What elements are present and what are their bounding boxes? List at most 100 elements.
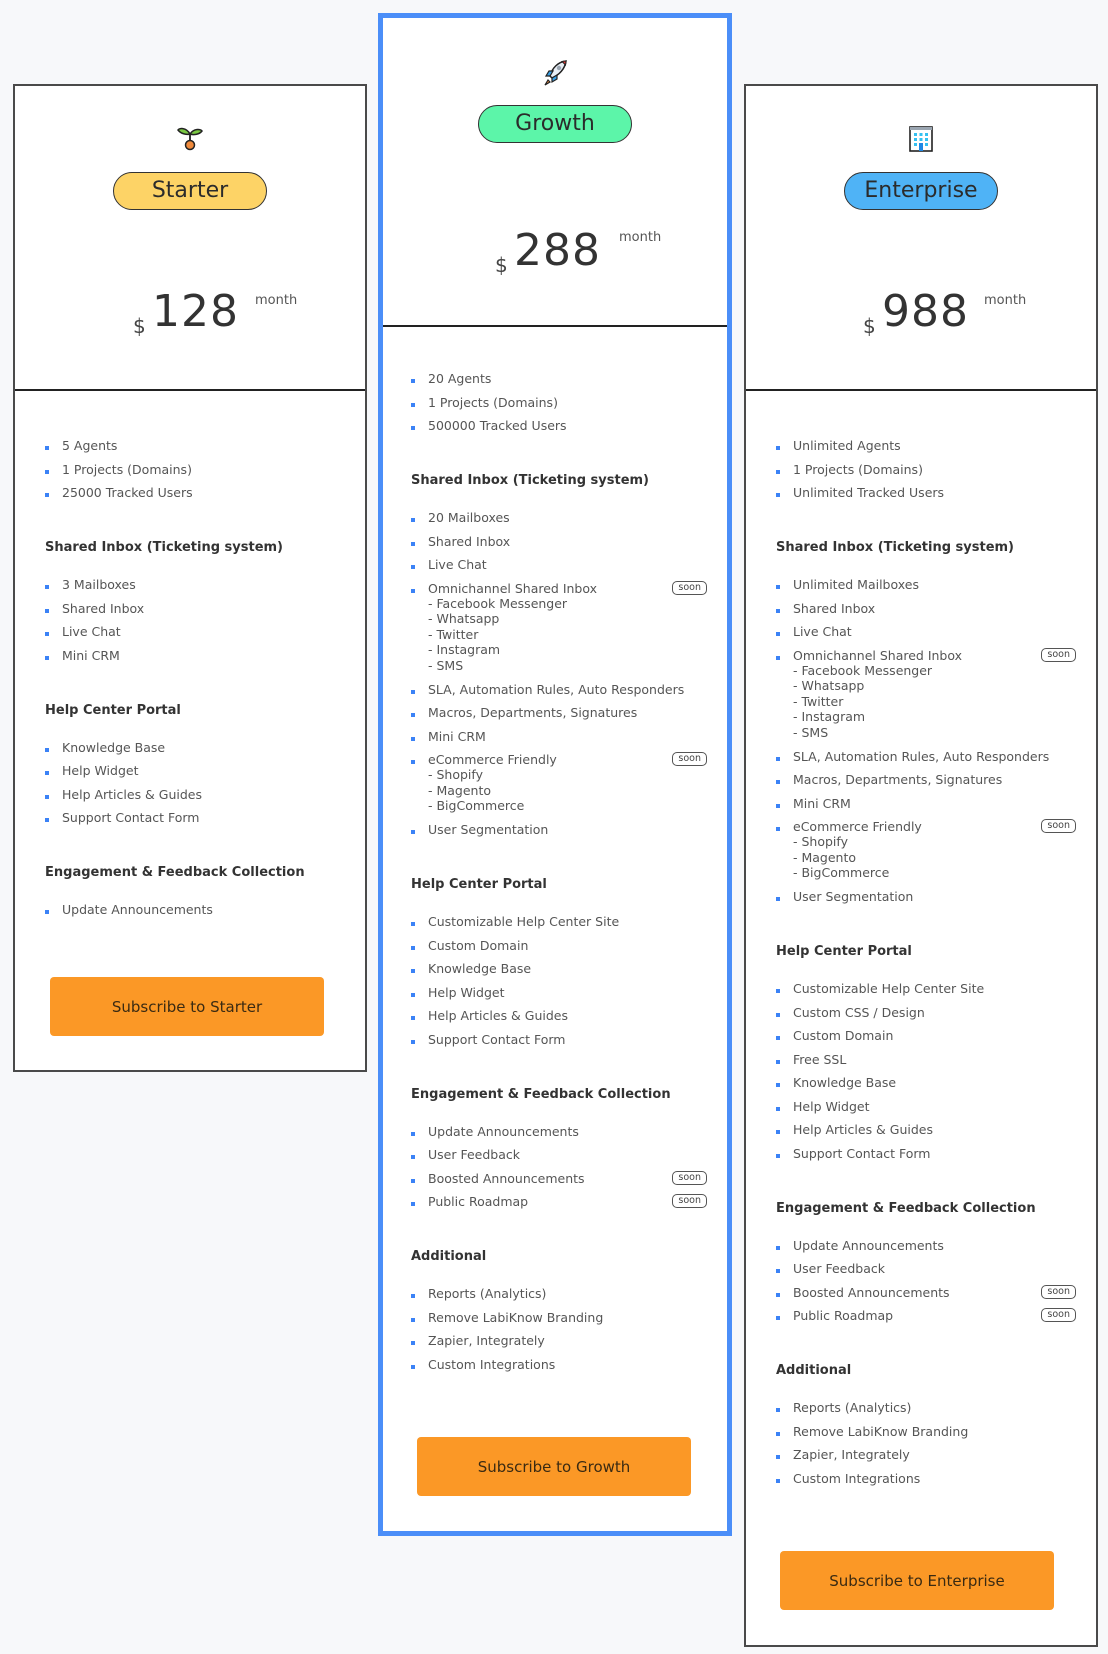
feature-subitem: - BigCommerce <box>793 865 890 880</box>
feature-text: User Segmentation <box>428 822 549 837</box>
feature-item: Live Chat <box>776 624 1076 639</box>
feature-text: Custom CSS / Design <box>793 1004 925 1020</box>
feature-text: Update Announcements <box>793 1237 944 1253</box>
feature-text: Update Announcements <box>62 902 213 917</box>
feature-text: Support Contact Form <box>793 1145 931 1161</box>
feature-item: Support Contact Form <box>776 1146 1076 1161</box>
feature-text: Help Articles & Guides <box>62 786 202 802</box>
section-title: Shared Inbox (Ticketing system) <box>776 540 1014 555</box>
feature-list: 20 Agents 1 Projects (Domains) 500000 Trac… <box>411 371 707 433</box>
feature-item: Custom CSS / Design <box>776 1005 1076 1020</box>
section-title: Engagement & Feedback Collection <box>411 1086 671 1102</box>
feature-text: Shared Inbox <box>428 533 511 549</box>
section-title: Engagement & Feedback Collection <box>776 1200 1036 1216</box>
feature-item: Help Articles & Guides <box>45 787 345 802</box>
feature-text: Custom Domain <box>793 1028 894 1043</box>
feature-text: 1 Projects (Domains) <box>62 461 192 477</box>
feature-list: Unlimited Agents 1 Projects (Domains) Unli… <box>776 438 1076 500</box>
feature-item: Boosted Announcements soon <box>411 1170 707 1186</box>
feature-item: Help Widget <box>45 763 345 778</box>
feature-item: Help Widget <box>776 1099 1076 1114</box>
feature-item: SLA, Automation Rules, Auto Responders <box>411 682 707 697</box>
feature-item: User Segmentation <box>776 889 1076 904</box>
feature-item: 20 Mailboxes <box>411 510 707 525</box>
feature-item: Custom Domain <box>411 938 707 953</box>
feature-text: Mini CRM <box>428 728 486 744</box>
feature-item: Live Chat <box>411 557 707 572</box>
office-building-icon <box>909 126 933 152</box>
feature-text: 1 Projects (Domains) <box>793 461 923 477</box>
feature-text: Public Roadmap <box>428 1194 529 1209</box>
currency-symbol: $ <box>863 314 876 338</box>
section-title: Additional <box>776 1363 852 1378</box>
feature-item: Customizable Help Center Site <box>776 981 1076 996</box>
feature-item: Macros, Departments, Signatures <box>411 705 707 720</box>
section-title: Help Center Portal <box>45 702 181 718</box>
feature-body: Unlimited Agents 1 Projects (Domains) Unli… <box>746 391 1096 1486</box>
feature-text: 25000 Tracked Users <box>62 485 193 500</box>
feature-item: Update Announcements <box>411 1124 707 1139</box>
feature-text: Custom Integrations <box>793 1470 921 1486</box>
feature-text: Macros, Departments, Signatures <box>793 772 1003 787</box>
feature-item: Remove LabiKnow Branding <box>411 1310 707 1325</box>
coming-soon-badge: soon <box>1041 647 1076 662</box>
card-header: Enterprise $ 988 month <box>746 86 1096 391</box>
feature-text: User Segmentation <box>793 889 914 904</box>
feature-item: Help Articles & Guides <box>411 1008 707 1023</box>
price-amount: 988 <box>882 286 969 337</box>
feature-item: Help Articles & Guides <box>776 1122 1076 1137</box>
feature-item: Zapier, Integrately <box>411 1333 707 1348</box>
subscribe-growth-button[interactable]: Subscribe to Growth <box>417 1437 691 1496</box>
feature-item: Knowledge Base <box>411 961 707 976</box>
feature-item: Live Chat <box>45 624 345 639</box>
feature-text: eCommerce Friendly <box>428 752 557 767</box>
feature-text: eCommerce Friendly <box>793 819 922 834</box>
feature-text: SLA, Automation Rules, Auto Responders <box>793 748 1050 764</box>
feature-item: Support Contact Form <box>45 810 345 825</box>
feature-text: 1 Projects (Domains) <box>428 394 558 410</box>
feature-subitem: - Whatsapp <box>428 611 500 626</box>
coming-soon-badge: soon <box>1041 819 1076 833</box>
feature-text: Customizable Help Center Site <box>793 981 985 996</box>
feature-subitem: - Shopify <box>793 834 848 849</box>
feature-item: Omnichannel Shared Inbox - Facebook Messe… <box>411 580 707 674</box>
subscribe-enterprise-button[interactable]: Subscribe to Enterprise <box>780 1551 1054 1610</box>
feature-text: Help Widget <box>62 763 139 778</box>
feature-text: 5 Agents <box>62 438 118 453</box>
section-title: Help Center Portal <box>411 877 547 892</box>
card-header: Starter $ 128 month <box>15 86 365 391</box>
feature-text: Boosted Announcements <box>793 1284 950 1300</box>
feature-item: 5 Agents <box>45 438 345 453</box>
feature-item: Update Announcements <box>776 1238 1076 1253</box>
feature-subitem: - Magento <box>793 849 857 865</box>
feature-item: 1 Projects (Domains) <box>411 395 707 410</box>
feature-item: 500000 Tracked Users <box>411 418 707 433</box>
feature-text: 20 Agents <box>428 371 492 386</box>
feature-subitem: - BigCommerce <box>428 798 525 813</box>
feature-list: Reports (Analytics) Remove LabiKnow Brand… <box>776 1400 1076 1486</box>
feature-item: Mini CRM <box>411 729 707 744</box>
feature-text: User Feedback <box>428 1147 520 1162</box>
feature-text: Live Chat <box>793 624 852 639</box>
feature-text: Support Contact Form <box>428 1031 566 1047</box>
feature-item: Custom Integrations <box>411 1357 707 1372</box>
subscribe-starter-button[interactable]: Subscribe to Starter <box>50 977 324 1036</box>
feature-item: Support Contact Form <box>411 1032 707 1047</box>
feature-text: Custom Integrations <box>428 1356 556 1372</box>
coming-soon-badge: soon <box>672 580 707 595</box>
feature-text: Help Widget <box>793 1098 870 1114</box>
feature-item: eCommerce Friendly - Shopify - Magento - Bi… <box>776 819 1076 881</box>
price-amount: 128 <box>152 286 239 337</box>
feature-item: 1 Projects (Domains) <box>776 462 1076 477</box>
section-title: Engagement & Feedback Collection <box>45 865 305 880</box>
feature-text: Omnichannel Shared Inbox <box>793 647 963 663</box>
feature-item: Omnichannel Shared Inbox - Facebook Messe… <box>776 647 1076 741</box>
feature-item: Reports (Analytics) <box>776 1400 1076 1415</box>
seedling-icon <box>177 127 203 151</box>
feature-text: Reports (Analytics) <box>428 1286 547 1301</box>
feature-text: Reports (Analytics) <box>793 1400 912 1415</box>
feature-text: Unlimited Agents <box>793 438 901 453</box>
feature-list: Update Announcements <box>45 902 345 917</box>
feature-item: Mini CRM <box>776 796 1076 811</box>
feature-item: 20 Agents <box>411 371 707 386</box>
